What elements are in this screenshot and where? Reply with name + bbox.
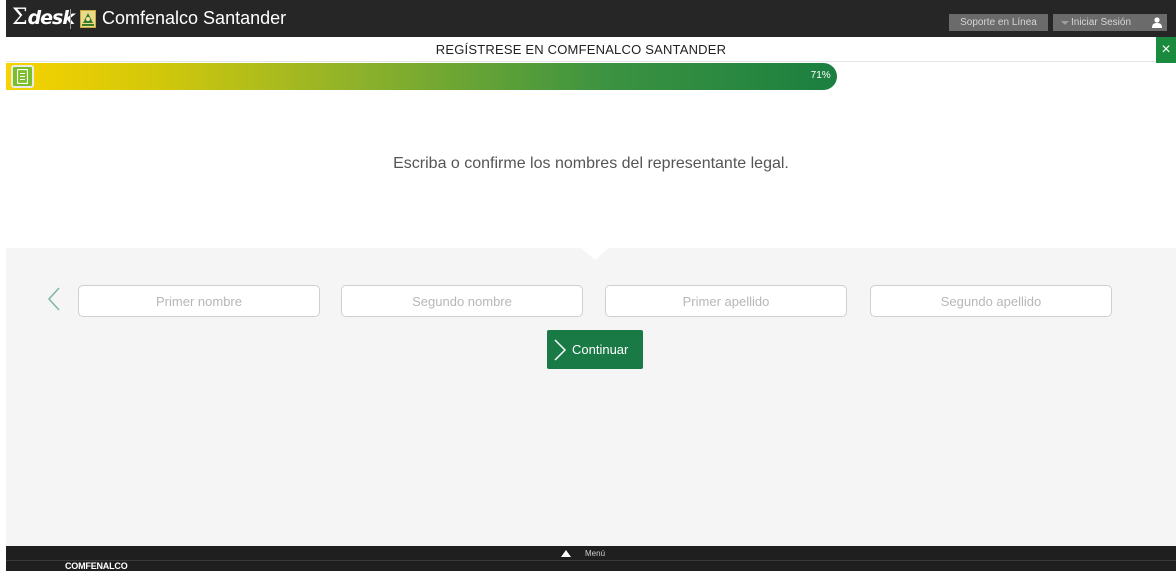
- login-label: Iniciar Sesión: [1071, 17, 1132, 28]
- menu-label: Menú: [585, 548, 606, 558]
- bottom-bar: Menú COMFENALCO: [6, 546, 1176, 571]
- chevron-left-icon[interactable]: [46, 286, 62, 312]
- progress-fill: 71%: [6, 63, 837, 90]
- comfenalco-emblem-icon: [80, 10, 96, 28]
- document-icon: [11, 65, 34, 88]
- brand-name: Comfenalco Santander: [102, 8, 287, 28]
- login-button[interactable]: Iniciar Sesión: [1053, 14, 1167, 31]
- menu-toggle[interactable]: Menú: [561, 547, 605, 559]
- close-icon: ×: [1161, 41, 1171, 58]
- bottom-divider: [6, 560, 1176, 561]
- registration-header: REGÍSTRESE EN COMFENALCO SANTANDER ×: [6, 37, 1176, 65]
- answer-panel: Continuar: [6, 248, 1176, 546]
- header-divider: [70, 9, 71, 29]
- second-surname-input[interactable]: [870, 285, 1112, 317]
- close-button[interactable]: ×: [1156, 37, 1176, 65]
- continue-label: Continuar: [572, 342, 629, 357]
- logo-sigma: Σ: [12, 5, 28, 30]
- question-prompt: Escriba o confirme los nombres del repre…: [393, 155, 789, 172]
- caret-down-icon: [1061, 21, 1069, 25]
- user-icon: [1152, 17, 1162, 28]
- progress-track: 71%: [6, 63, 1176, 90]
- app-window: Σ desk Comfenalco Santander Soporte en L…: [6, 0, 1176, 571]
- second-name-input[interactable]: [341, 285, 583, 317]
- footer-brand: COMFENALCO: [65, 561, 128, 571]
- continue-button[interactable]: Continuar: [547, 330, 643, 369]
- progress-bar: 71%: [6, 63, 1176, 90]
- top-bar: Σ desk Comfenalco Santander Soporte en L…: [6, 0, 1176, 37]
- page-title: REGÍSTRESE EN COMFENALCO SANTANDER: [435, 42, 727, 57]
- question-panel: Escriba o confirme los nombres del repre…: [6, 90, 1176, 248]
- first-name-input[interactable]: [78, 285, 320, 317]
- panel-notch: [581, 248, 609, 260]
- progress-label: 71%: [810, 70, 831, 81]
- first-surname-input[interactable]: [605, 285, 847, 317]
- triangle-up-icon: [561, 549, 571, 557]
- support-online-button[interactable]: Soporte en Línea: [949, 14, 1048, 31]
- sigma-desk-logo[interactable]: Σ desk: [12, 5, 75, 30]
- chevron-right-icon: [554, 338, 567, 361]
- logo-text: desk: [27, 7, 75, 29]
